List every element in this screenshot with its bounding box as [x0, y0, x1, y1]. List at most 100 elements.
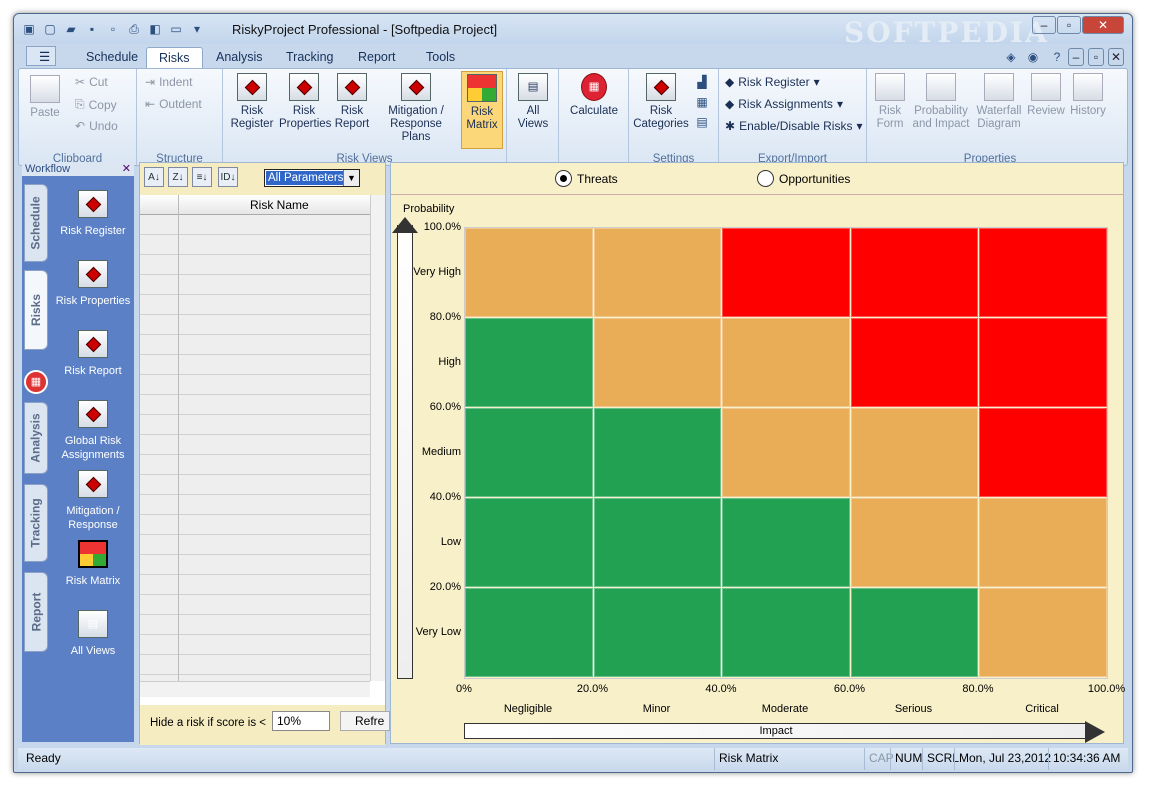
- matrix-cell-green[interactable]: [850, 588, 978, 677]
- matrix-cell-green[interactable]: [465, 318, 593, 407]
- cut-button[interactable]: ✂ Cut: [75, 75, 108, 89]
- settings-table-icon[interactable]: ▤: [693, 113, 711, 131]
- sort-list-icon[interactable]: ≡↓: [192, 167, 212, 187]
- risk-form-button[interactable]: Risk Form: [871, 73, 909, 131]
- doc-minimize-button[interactable]: –: [1068, 48, 1084, 66]
- sort-descending-icon[interactable]: Z↓: [168, 167, 188, 187]
- open-folder-icon[interactable]: ▰: [62, 20, 80, 38]
- matrix-cell-green[interactable]: [465, 408, 593, 497]
- probability-impact-button[interactable]: Probability and Impact: [911, 73, 971, 131]
- risk-properties-button[interactable]: Risk Properties: [279, 73, 331, 131]
- paste-button[interactable]: Paste: [25, 75, 65, 120]
- workflow-tab-analysis[interactable]: Analysis: [24, 402, 48, 474]
- horizontal-scrollbar[interactable]: [140, 681, 370, 697]
- workflow-item-mitigation[interactable]: Mitigation / Response: [52, 470, 134, 532]
- refresh-button[interactable]: Refre: [340, 711, 390, 731]
- matrix-cell-amber[interactable]: [465, 228, 593, 317]
- matrix-cell-green[interactable]: [593, 408, 721, 497]
- workflow-tab-schedule[interactable]: Schedule: [24, 184, 48, 262]
- matrix-cell-amber[interactable]: [979, 498, 1107, 587]
- folder-icon[interactable]: ▭: [167, 20, 185, 38]
- matrix-cell-amber[interactable]: [722, 318, 850, 407]
- tab-report[interactable]: Report: [346, 47, 408, 69]
- parameter-filter-select[interactable]: All Parameters ▼: [264, 169, 360, 187]
- tab-tools[interactable]: Tools: [414, 47, 467, 69]
- sort-ascending-icon[interactable]: A↓: [144, 167, 164, 187]
- matrix-cell-red[interactable]: [850, 318, 978, 407]
- print-icon[interactable]: ⎙: [125, 20, 143, 38]
- settings-chart-icon[interactable]: ▟: [693, 73, 711, 91]
- close-button[interactable]: ✕: [1082, 16, 1124, 34]
- enable-disable-risks-button[interactable]: ✱ Enable/Disable Risks ▾: [725, 119, 862, 133]
- matrix-cell-amber[interactable]: [979, 588, 1107, 677]
- workflow-item-risk-properties[interactable]: Risk Properties: [52, 260, 134, 308]
- print-preview-icon[interactable]: ◧: [146, 20, 164, 38]
- app-menu-icon[interactable]: ▣: [20, 20, 38, 38]
- workflow-item-all-views[interactable]: ▤ All Views: [52, 610, 134, 658]
- close-icon[interactable]: ✕: [122, 162, 131, 176]
- calculator-icon[interactable]: ▦: [24, 370, 48, 394]
- settings-matrix-icon[interactable]: ▦: [693, 93, 711, 111]
- workflow-tab-tracking[interactable]: Tracking: [24, 484, 48, 562]
- copy-button[interactable]: ⎘ Copy: [75, 97, 117, 112]
- tab-risks[interactable]: Risks: [146, 47, 203, 69]
- matrix-cell-amber[interactable]: [850, 498, 978, 587]
- save-as-icon[interactable]: ▫: [104, 20, 122, 38]
- matrix-cell-green[interactable]: [722, 498, 850, 587]
- new-file-icon[interactable]: ▢: [41, 20, 59, 38]
- matrix-cell-amber[interactable]: [850, 408, 978, 497]
- mitigation-plans-button[interactable]: Mitigation / Response Plans: [375, 73, 457, 144]
- matrix-cell-red[interactable]: [722, 228, 850, 317]
- matrix-cell-amber[interactable]: [593, 318, 721, 407]
- calculate-button[interactable]: ▦ Calculate: [565, 73, 623, 118]
- matrix-cell-green[interactable]: [593, 498, 721, 587]
- matrix-cell-red[interactable]: [850, 228, 978, 317]
- indent-button[interactable]: ⇥ Indent: [145, 75, 192, 89]
- matrix-cell-red[interactable]: [979, 318, 1107, 407]
- waterfall-diagram-button[interactable]: Waterfall Diagram: [973, 73, 1025, 131]
- workflow-item-risk-report[interactable]: Risk Report: [52, 330, 134, 378]
- all-views-button[interactable]: ▤ All Views: [513, 73, 553, 131]
- minimize-button[interactable]: –: [1032, 16, 1056, 34]
- workflow-item-global-assignments[interactable]: Global Risk Assignments: [52, 400, 134, 462]
- maximize-button[interactable]: ▫: [1057, 16, 1081, 34]
- workflow-item-risk-register[interactable]: Risk Register: [52, 190, 134, 238]
- column-header-risk-name[interactable]: Risk Name: [250, 198, 309, 212]
- history-button[interactable]: History: [1067, 73, 1109, 118]
- matrix-cell-red[interactable]: [979, 408, 1107, 497]
- help-link-icon[interactable]: ◈: [1002, 48, 1020, 66]
- threats-radio[interactable]: Threats: [555, 170, 618, 187]
- doc-close-button[interactable]: ✕: [1108, 48, 1124, 66]
- tab-schedule[interactable]: Schedule: [74, 47, 150, 69]
- opportunities-radio[interactable]: Opportunities: [757, 170, 850, 187]
- help-icon[interactable]: ?: [1048, 48, 1066, 66]
- sort-id-icon[interactable]: ID↓: [218, 167, 238, 187]
- matrix-cell-red[interactable]: [979, 228, 1107, 317]
- matrix-cell-green[interactable]: [722, 588, 850, 677]
- export-risk-register-button[interactable]: ◆ Risk Register ▾: [725, 75, 820, 89]
- risk-register-button[interactable]: Risk Register: [229, 73, 275, 131]
- vertical-scrollbar[interactable]: [370, 195, 385, 681]
- undo-button[interactable]: ↶ Undo: [75, 119, 118, 133]
- workflow-tab-risks[interactable]: Risks: [24, 270, 48, 350]
- tab-analysis[interactable]: Analysis: [204, 47, 275, 69]
- matrix-cell-green[interactable]: [465, 588, 593, 677]
- matrix-cell-amber[interactable]: [593, 228, 721, 317]
- risk-matrix-button[interactable]: Risk Matrix: [461, 71, 503, 149]
- risk-report-button[interactable]: Risk Report: [331, 73, 373, 131]
- feedback-icon[interactable]: ◉: [1024, 48, 1042, 66]
- matrix-cell-green[interactable]: [465, 498, 593, 587]
- outdent-button[interactable]: ⇤ Outdent: [145, 97, 202, 111]
- workflow-tab-report[interactable]: Report: [24, 572, 48, 652]
- tab-tracking[interactable]: Tracking: [274, 47, 345, 69]
- doc-restore-button[interactable]: ▫: [1088, 48, 1104, 66]
- export-risk-assignments-button[interactable]: ◆ Risk Assignments ▾: [725, 97, 843, 111]
- risk-categories-button[interactable]: Risk Categories: [633, 73, 689, 131]
- file-menu-button[interactable]: ☰: [26, 46, 56, 66]
- customize-toolbar-icon[interactable]: ▾: [188, 20, 206, 38]
- matrix-cell-green[interactable]: [593, 588, 721, 677]
- save-icon[interactable]: ▪: [83, 20, 101, 38]
- review-button[interactable]: Review: [1027, 73, 1065, 118]
- matrix-cell-amber[interactable]: [722, 408, 850, 497]
- workflow-item-risk-matrix[interactable]: Risk Matrix: [52, 540, 134, 588]
